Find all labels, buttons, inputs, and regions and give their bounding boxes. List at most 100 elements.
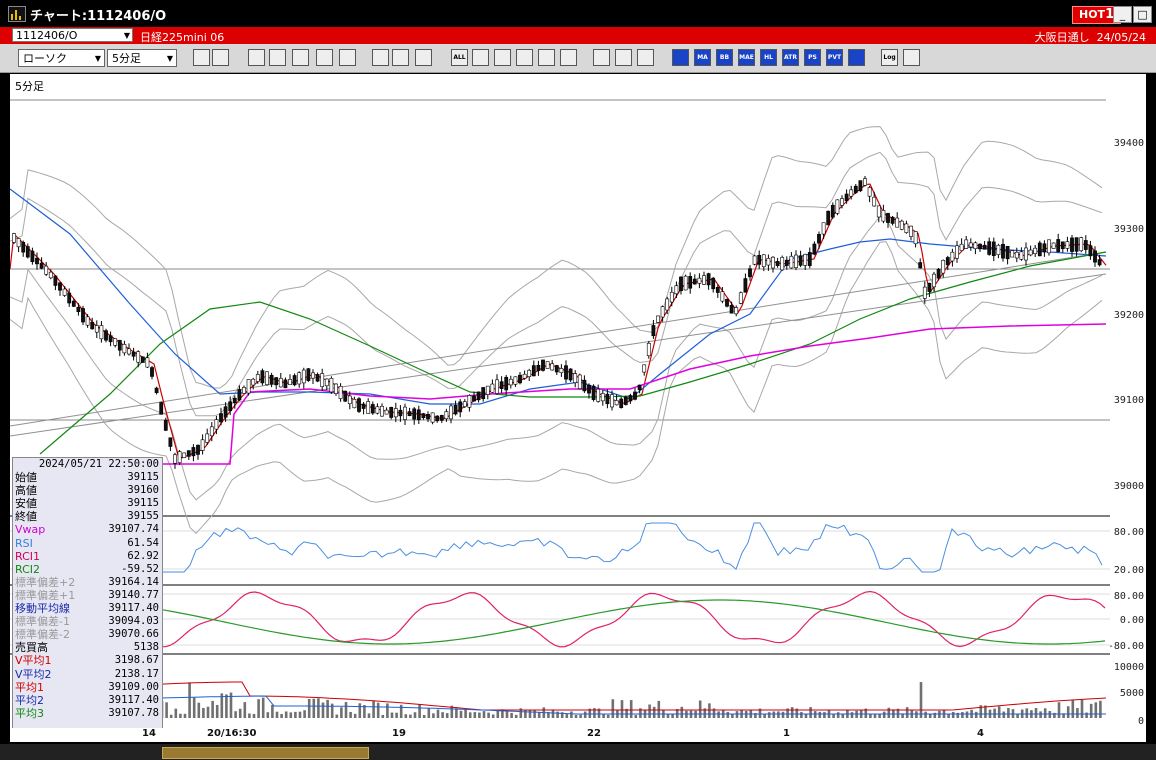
volume-bar xyxy=(652,706,656,718)
toolbar-palette-button[interactable] xyxy=(672,49,689,66)
volume-bar xyxy=(381,714,385,718)
toolbar-BB-button[interactable]: MAE xyxy=(738,49,755,66)
toolbar-ma-label: MA xyxy=(697,54,708,61)
time-label-1: 1 xyxy=(783,728,790,739)
toolbar-cursor-button[interactable] xyxy=(516,49,533,66)
candle xyxy=(789,255,794,269)
toolbar-settings-button[interactable] xyxy=(615,49,632,66)
candle xyxy=(426,414,430,420)
volume-bar xyxy=(1007,708,1010,718)
volume-bar xyxy=(349,711,352,718)
toolbar-PVT-button[interactable] xyxy=(848,49,865,66)
chart-area[interactable] xyxy=(9,74,1110,742)
volume-bar xyxy=(482,711,486,718)
toolbar-search-button[interactable] xyxy=(269,49,286,66)
toolbar-tool-button[interactable] xyxy=(637,49,654,66)
toolbar-MAE-button[interactable]: HL xyxy=(760,49,777,66)
toolbar-all-button[interactable]: ALL xyxy=(451,49,468,66)
data-row-value: 39094.03 xyxy=(108,615,159,628)
candle xyxy=(840,198,844,206)
candle xyxy=(637,384,642,391)
toolbar-box-button[interactable]: Log xyxy=(881,49,898,66)
toolbar-arrow-button[interactable] xyxy=(538,49,555,66)
toolbar-PS-button[interactable]: PVT xyxy=(826,49,843,66)
volume-bar xyxy=(717,711,720,718)
candle xyxy=(591,385,596,400)
volume-bar xyxy=(353,713,357,718)
toolbar-bars-button[interactable] xyxy=(292,49,309,66)
candle xyxy=(780,257,785,271)
window-title: チャート:1112406/O xyxy=(30,9,167,24)
toolbar-Log-button[interactable] xyxy=(903,49,920,66)
candle xyxy=(315,374,320,382)
candle xyxy=(255,374,260,382)
candle xyxy=(766,258,771,266)
maximize-button[interactable]: □ xyxy=(1133,6,1152,23)
interval-select[interactable]: 5分足 ▼ xyxy=(107,49,177,67)
data-row-value: 39115 xyxy=(127,471,159,484)
toolbar-trash-button[interactable] xyxy=(593,49,610,66)
volume-bar xyxy=(887,707,891,718)
volume-bar xyxy=(261,697,265,718)
candle xyxy=(35,257,39,265)
minimize-button[interactable]: _ xyxy=(1113,6,1132,23)
toolbar-warn-button[interactable] xyxy=(372,49,389,66)
candle xyxy=(122,343,127,354)
candle xyxy=(444,411,449,420)
candle xyxy=(283,379,288,389)
volume-bar xyxy=(928,714,932,718)
scrollbar-thumb[interactable] xyxy=(162,747,369,759)
toolbar-split-button[interactable] xyxy=(339,49,356,66)
candle xyxy=(389,407,394,418)
data-row-value: 39107.74 xyxy=(108,523,159,536)
candle xyxy=(439,415,444,421)
toolbar-zoom-button[interactable] xyxy=(193,49,210,66)
toolbar-tick-button[interactable]: MA xyxy=(694,49,711,66)
candle xyxy=(656,315,660,323)
candle xyxy=(1065,241,1070,249)
toolbar-bull-button[interactable] xyxy=(248,49,265,66)
time-label-19: 19 xyxy=(392,728,406,739)
horizontal-scrollbar[interactable] xyxy=(0,744,1156,760)
candle xyxy=(660,306,665,318)
toolbar-box2-button[interactable] xyxy=(415,49,432,66)
candle xyxy=(835,199,840,214)
candle xyxy=(775,261,780,266)
toolbar-grid-button[interactable] xyxy=(212,49,229,66)
candle xyxy=(743,278,748,293)
toolbar-note-button[interactable] xyxy=(560,49,577,66)
candle xyxy=(39,262,44,269)
candle xyxy=(380,405,384,417)
volume-bar xyxy=(238,708,242,718)
volume-bar xyxy=(367,713,371,718)
data-row-label: 終値 xyxy=(15,510,37,524)
toolbar-mae-label: MAE xyxy=(739,54,754,61)
chart-canvas[interactable] xyxy=(9,74,1110,742)
chart-type-select[interactable]: ローソク ▼ xyxy=(18,49,105,67)
data-row-label: 平均3 xyxy=(15,706,44,720)
volume-bar xyxy=(404,714,408,718)
candle xyxy=(127,348,131,355)
candle xyxy=(81,308,85,323)
toolbar-box1-button[interactable] xyxy=(392,49,409,66)
candle xyxy=(131,351,136,357)
toolbar-pin-button[interactable] xyxy=(316,49,333,66)
volume-bar xyxy=(179,713,182,718)
symbol-code-select[interactable]: 1112406/O ▼ xyxy=(12,28,133,42)
data-row-value: 39070.66 xyxy=(108,628,159,641)
candle xyxy=(568,368,573,381)
toolbar-ATR-button[interactable]: PS xyxy=(804,49,821,66)
candle xyxy=(21,241,26,253)
volume-bar xyxy=(248,713,251,718)
volume-bar xyxy=(832,714,835,718)
toolbar-draw-button[interactable] xyxy=(494,49,511,66)
toolbar-HL-button[interactable]: ATR xyxy=(782,49,799,66)
volume-bar xyxy=(514,714,518,718)
candle xyxy=(899,220,904,230)
data-row: 終値 39155 xyxy=(13,510,162,523)
volume-bar xyxy=(1071,700,1075,718)
candle xyxy=(274,377,279,386)
toolbar-MA-button[interactable]: BB xyxy=(716,49,733,66)
toolbar-pen-button[interactable] xyxy=(472,49,489,66)
data-row-value: 39117.40 xyxy=(108,602,159,615)
